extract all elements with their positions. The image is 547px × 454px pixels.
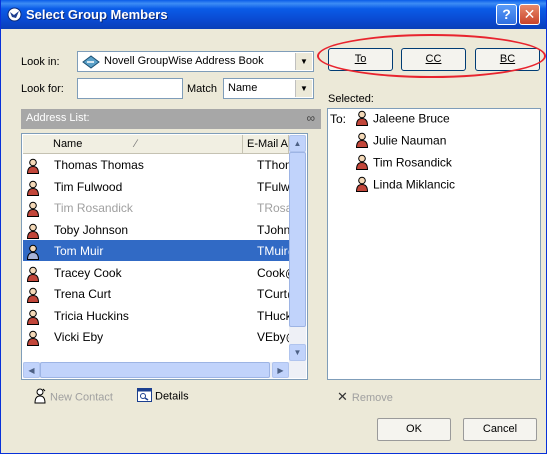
list-item[interactable]: Linda Miklancic xyxy=(355,176,455,195)
scroll-left-icon[interactable]: ◀ xyxy=(23,362,40,378)
details-button[interactable]: Details xyxy=(137,388,189,405)
contact-name: Trena Curt xyxy=(54,287,111,301)
groupwise-app-icon xyxy=(7,7,22,25)
look-in-dropdown[interactable]: Novell GroupWise Address Book ▼ xyxy=(77,51,314,72)
match-label: Match xyxy=(187,83,217,95)
highlight-annotation xyxy=(317,34,546,78)
table-row[interactable]: Tricia Huckins THuck xyxy=(23,305,291,328)
selected-label: Selected: xyxy=(328,93,374,105)
contact-icon xyxy=(26,244,40,263)
match-dropdown[interactable]: Name ▼ xyxy=(223,78,314,99)
look-in-value: Novell GroupWise Address Book xyxy=(104,55,264,67)
look-for-input[interactable] xyxy=(77,78,183,99)
contact-email: THuck xyxy=(257,308,291,323)
contact-name: Tracey Cook xyxy=(54,265,122,280)
scroll-up-icon[interactable]: ▲ xyxy=(289,135,306,152)
cancel-button[interactable]: Cancel xyxy=(463,418,537,441)
window-title: Select Group Members xyxy=(26,7,168,22)
contact-icon xyxy=(26,287,40,306)
contact-icon xyxy=(26,158,40,177)
member-name: Linda Miklancic xyxy=(373,177,456,192)
select-group-members-dialog: Select Group Members ? ✕ Look in: Novell… xyxy=(0,0,547,454)
look-in-label: Look in: xyxy=(21,56,60,68)
table-row[interactable]: Thomas Thomas TThom xyxy=(23,154,291,177)
chevron-down-icon[interactable]: ▼ xyxy=(295,53,312,70)
table-row[interactable]: Tim Rosandick TRosa xyxy=(23,197,291,220)
match-value: Name xyxy=(228,82,258,94)
contact-icon xyxy=(26,309,40,328)
scroll-down-icon[interactable]: ▼ xyxy=(289,344,306,361)
table-row[interactable]: Vicki Eby VEby@ xyxy=(23,326,291,349)
contact-name: Toby Johnson xyxy=(54,222,129,237)
scroll-right-icon[interactable]: ▶ xyxy=(272,362,289,378)
list-item[interactable]: Julie Nauman xyxy=(355,132,446,151)
table-row[interactable]: Tracey Cook Cook@ xyxy=(23,262,291,285)
chevron-down-icon[interactable]: ▼ xyxy=(295,80,312,97)
sort-ascending-icon: ∕ xyxy=(135,138,137,150)
vertical-scroll-thumb[interactable] xyxy=(289,152,306,327)
contact-icon xyxy=(355,110,369,129)
list-item[interactable]: Jaleene Bruce xyxy=(355,110,450,129)
search-icon[interactable]: ∞ xyxy=(306,111,315,125)
look-for-label: Look for: xyxy=(21,83,64,95)
address-book-icon xyxy=(82,54,100,73)
member-name: Jaleene Bruce xyxy=(373,111,450,126)
contact-icon xyxy=(26,330,40,349)
contact-email: TCurt@ xyxy=(257,287,291,301)
contact-email: TJohns xyxy=(257,222,291,237)
address-list-header: Address List: ∞ xyxy=(21,109,321,129)
column-header-name[interactable]: Name ∕ xyxy=(23,135,243,154)
contact-icon xyxy=(26,201,40,220)
contact-email: TRosa xyxy=(257,201,291,215)
new-contact-icon xyxy=(33,388,47,407)
table-row[interactable]: Toby Johnson TJohns xyxy=(23,219,291,242)
contact-icon xyxy=(26,266,40,285)
close-button[interactable]: ✕ xyxy=(519,4,540,25)
address-list-horizontal-scrollbar[interactable] xyxy=(23,362,306,378)
contact-name: Tim Rosandick xyxy=(54,201,133,215)
member-name: Tim Rosandick xyxy=(373,155,452,170)
contact-name: Tricia Huckins xyxy=(54,308,129,323)
contact-email: TMuir@ xyxy=(257,244,291,258)
contact-name: Tim Fulwood xyxy=(54,179,123,194)
contact-name: Thomas Thomas xyxy=(54,158,144,172)
new-contact-button[interactable]: New Contact xyxy=(33,388,113,407)
selected-prefix-to: To: xyxy=(330,112,347,126)
contact-email: TThom xyxy=(257,158,291,172)
table-row[interactable]: Trena Curt TCurt@ xyxy=(23,283,291,306)
table-row[interactable]: Tim Fulwood TFulwo xyxy=(23,176,291,199)
contact-email: TFulwo xyxy=(257,179,291,194)
column-header-email[interactable]: E-Mail A xyxy=(243,135,289,154)
member-name: Julie Nauman xyxy=(373,133,447,148)
contact-icon xyxy=(355,154,369,173)
details-icon xyxy=(137,388,152,405)
contact-name: Tom Muir xyxy=(54,244,104,258)
remove-button[interactable]: ✕ Remove xyxy=(337,389,393,405)
contact-email: Cook@ xyxy=(257,265,291,280)
contact-email: VEby@ xyxy=(257,330,291,344)
contact-icon xyxy=(26,180,40,199)
title-bar[interactable]: Select Group Members ? ✕ xyxy=(1,0,546,29)
contact-icon xyxy=(355,132,369,151)
contact-icon xyxy=(26,223,40,242)
list-item[interactable]: Tim Rosandick xyxy=(355,154,452,173)
table-row[interactable]: Tom Muir TMuir@ xyxy=(23,240,291,263)
ok-button[interactable]: OK xyxy=(377,418,451,441)
contact-icon xyxy=(355,176,369,195)
contact-name: Vicki Eby xyxy=(54,330,104,344)
help-button[interactable]: ? xyxy=(496,4,517,25)
horizontal-scroll-thumb[interactable] xyxy=(40,362,270,378)
remove-x-icon: ✕ xyxy=(337,389,348,404)
